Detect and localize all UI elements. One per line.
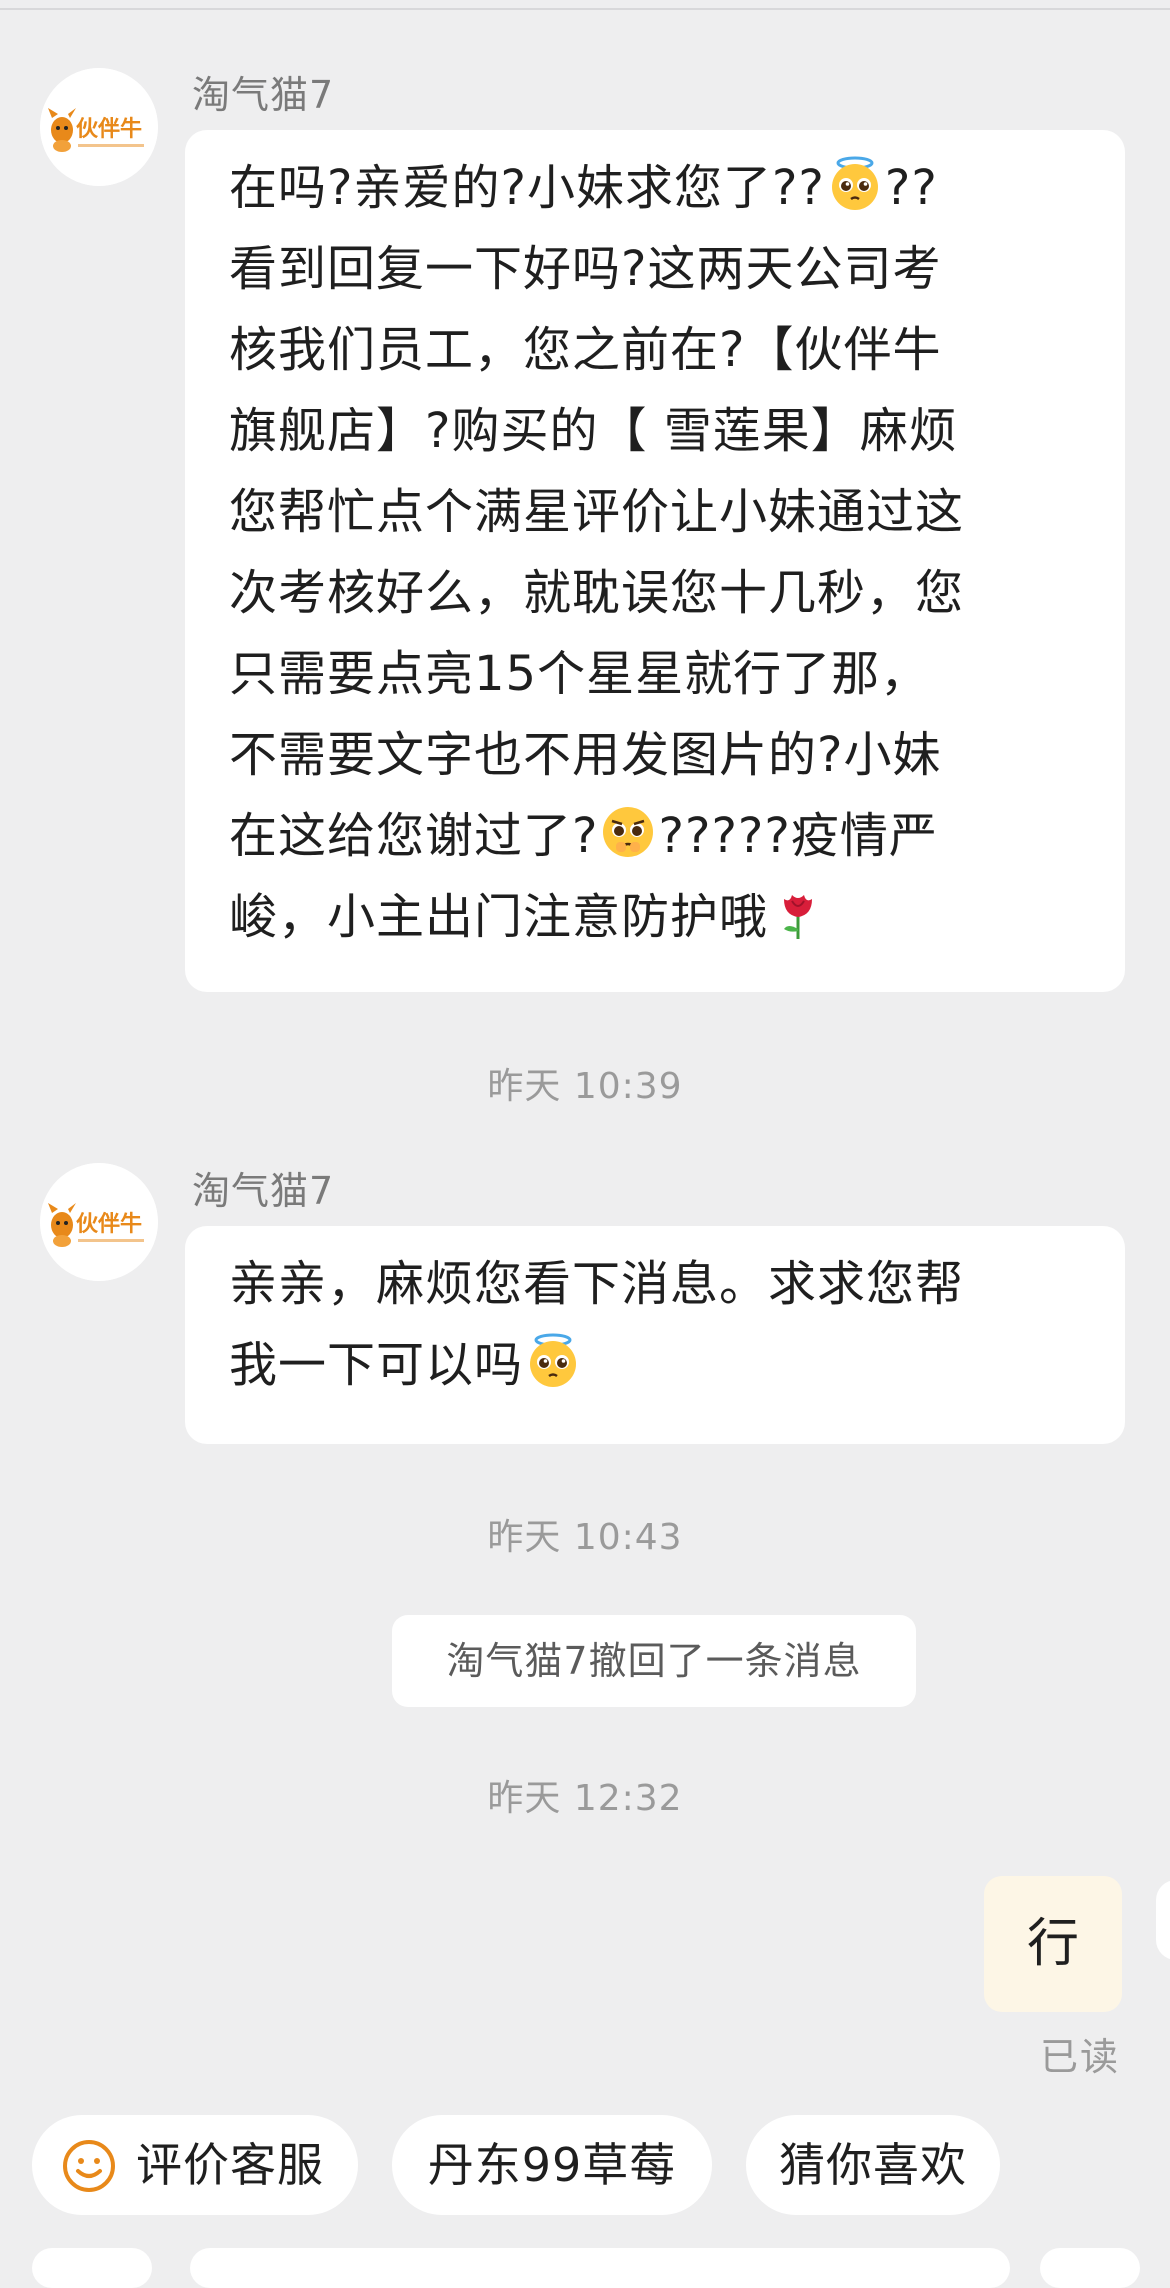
message-bubble[interactable]: 在吗?亲爱的?小妹求您了?? ?? 看到回复一下好吗?这两天公司考 核我们员工，… [185, 130, 1125, 992]
message-line: 您帮忙点个满星评价让小妹通过这 [229, 484, 965, 540]
halo-pleading-face-icon [827, 156, 883, 212]
top-divider [0, 8, 1170, 10]
timestamp: 昨天 10:39 [487, 1066, 683, 1107]
rose-icon [770, 885, 826, 941]
bottom-toolbar-edge [1040, 2248, 1140, 2288]
sender-name: 淘气猫7 [192, 73, 335, 117]
message-bubble[interactable]: 亲亲，麻烦您看下消息。求求您帮 我一下可以吗 [185, 1226, 1125, 1444]
avatar-logo-text: 伙伴牛 [76, 116, 142, 142]
my-avatar-edge [1156, 1880, 1170, 1960]
quick-reply-strawberry[interactable]: 丹东99草莓 [392, 2115, 712, 2215]
quick-reply-label: 丹东99草莓 [427, 2138, 677, 2192]
message-line: 核我们员工，您之前在?【伙伴牛 [229, 322, 942, 378]
pleading-face-icon [600, 804, 656, 860]
my-message-bubble[interactable]: 行 [984, 1876, 1122, 2012]
message-line: 不需要文字也不用发图片的?小妹 [229, 727, 942, 783]
sender-name: 淘气猫7 [192, 1169, 335, 1213]
sender-avatar[interactable]: 伙伴牛 [40, 1163, 158, 1281]
quick-reply-label: 猜你喜欢 [779, 2138, 967, 2192]
halo-pleading-face-icon [525, 1333, 581, 1389]
avatar-logo-text: 伙伴牛 [76, 1211, 142, 1237]
quick-reply-guess-you-like[interactable]: 猜你喜欢 [746, 2115, 1000, 2215]
message-line: 我一下可以吗 [229, 1325, 1085, 1406]
sender-avatar[interactable]: 伙伴牛 [40, 68, 158, 186]
timestamp: 昨天 10:43 [487, 1517, 683, 1558]
message-line: 只需要点亮15个星星就行了那， [229, 646, 930, 702]
bottom-toolbar-edge [32, 2248, 152, 2288]
message-line: 在这给您谢过了? ?????疫情严 [229, 796, 1085, 877]
read-status: 已读 [1040, 2035, 1121, 2079]
message-line: 旗舰店】?购买的【 雪莲果】麻烦 [229, 403, 958, 459]
message-line: 在吗?亲爱的?小妹求您了?? ?? [229, 148, 1085, 229]
quick-reply-label: 评价客服 [136, 2138, 324, 2192]
quick-reply-rate-service[interactable]: 评价客服 [32, 2115, 358, 2215]
recall-notice: 淘气猫7撤回了一条消息 [392, 1615, 916, 1707]
message-line: 峻，小主出门注意防护哦 [229, 877, 1085, 958]
timestamp: 昨天 12:32 [487, 1778, 683, 1819]
cow-logo-icon: 伙伴牛 [40, 1163, 158, 1281]
smile-icon [63, 2140, 115, 2192]
bottom-toolbar-edge [190, 2248, 1010, 2288]
message-line: 次考核好么，就耽误您十几秒，您 [229, 565, 965, 621]
message-line: 亲亲，麻烦您看下消息。求求您帮 [229, 1256, 965, 1312]
message-line: 看到回复一下好吗?这两天公司考 [229, 241, 942, 297]
cow-logo-icon: 伙伴牛 [40, 68, 158, 186]
